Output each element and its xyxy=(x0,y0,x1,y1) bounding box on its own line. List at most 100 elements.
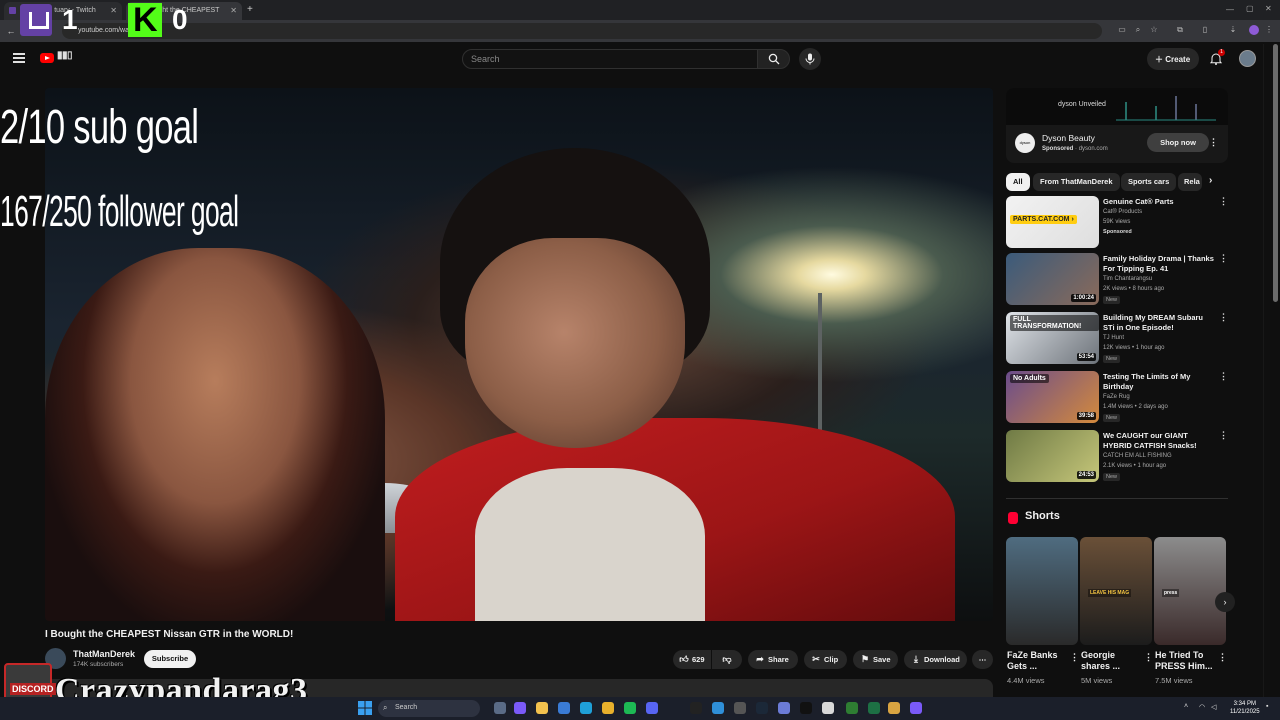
windows-start-icon[interactable] xyxy=(358,701,372,715)
notification-center-icon[interactable]: ▪ xyxy=(1266,703,1274,711)
taskbar-search[interactable]: ⌕ Search xyxy=(378,700,480,717)
account-avatar[interactable] xyxy=(1239,50,1256,67)
chip-all[interactable]: All xyxy=(1006,173,1030,191)
download-button[interactable]: ⤓ Download xyxy=(904,650,967,669)
dislike-button[interactable]: 👎︎ xyxy=(712,650,742,669)
download-icon[interactable]: ⇣ xyxy=(1228,25,1238,35)
chip-related[interactable]: Rela xyxy=(1178,173,1202,191)
chrome-icon[interactable] xyxy=(602,702,614,714)
like-button[interactable]: 👍︎ 629 xyxy=(673,650,711,669)
chip-sports-cars[interactable]: Sports cars xyxy=(1121,173,1177,191)
cast-icon[interactable]: ▭ xyxy=(1117,25,1127,35)
youtube-wordmark[interactable]: ▮▮▯ xyxy=(57,50,73,61)
video-thumbnail[interactable]: No Adults 39:58 xyxy=(1006,371,1099,423)
page-scrollbar[interactable] xyxy=(1273,44,1278,302)
hamburger-menu-icon[interactable] xyxy=(13,53,25,63)
chevron-up-icon[interactable]: ˄ xyxy=(1184,703,1192,711)
ad-menu-icon[interactable]: ⋮ xyxy=(1209,137,1218,148)
extensions-icon[interactable]: ⧉ xyxy=(1175,25,1185,35)
edge-icon[interactable] xyxy=(580,702,592,714)
more-options-icon[interactable]: ⋮ xyxy=(1219,312,1228,323)
minimize-icon[interactable]: — xyxy=(1226,5,1234,14)
photos-icon[interactable] xyxy=(822,702,834,714)
sponsored-ad-card[interactable]: dyson Unveiled dyson Dyson Beauty Sponso… xyxy=(1006,88,1228,163)
recommendation-title[interactable]: Family Holiday Drama | Thanks For Tippin… xyxy=(1103,254,1215,274)
new-tab-button[interactable]: + xyxy=(247,4,253,15)
subscribe-button[interactable]: Subscribe xyxy=(144,650,196,668)
close-tab-icon[interactable]: ✕ xyxy=(110,6,117,15)
wifi-icon[interactable]: ◠ xyxy=(1199,703,1207,711)
taskbar-clock[interactable]: 3:34 PM 11/21/2025 xyxy=(1230,700,1260,716)
obs-icon[interactable] xyxy=(910,702,922,714)
spotify-icon[interactable] xyxy=(624,702,636,714)
video-thumbnail[interactable]: PARTS.CAT.COM › xyxy=(1006,196,1099,248)
close-tab-icon[interactable]: ✕ xyxy=(230,6,237,15)
zoom-icon[interactable]: ⌕ xyxy=(1133,25,1143,35)
recommendation-title[interactable]: Building My DREAM Subaru STi in One Epis… xyxy=(1103,313,1215,333)
share-button[interactable]: ➦ Share xyxy=(748,650,798,669)
video-thumbnail[interactable]: FULL TRANSFORMATION! 53:54 xyxy=(1006,312,1099,364)
volume-icon[interactable]: ◁ xyxy=(1211,703,1219,711)
search-input[interactable]: Search xyxy=(462,49,758,69)
video-player[interactable] xyxy=(45,88,993,621)
app-icon[interactable] xyxy=(712,702,724,714)
shop-now-button[interactable]: Shop now xyxy=(1147,133,1209,152)
task-view-icon[interactable] xyxy=(494,702,506,714)
more-options-icon[interactable]: ⋮ xyxy=(1070,652,1079,663)
file-explorer-icon[interactable] xyxy=(536,702,548,714)
clip-button[interactable]: ✂ Clip xyxy=(804,650,847,669)
chrome-menu-icon[interactable]: ⋮ xyxy=(1264,25,1274,35)
recommendation-channel[interactable]: Cat® Products xyxy=(1103,209,1142,215)
more-options-icon[interactable]: ⋮ xyxy=(1219,196,1228,207)
chat-icon[interactable] xyxy=(778,702,790,714)
recommendation-channel[interactable]: CATCH EM ALL FISHING xyxy=(1103,453,1172,459)
more-options-icon[interactable]: ⋮ xyxy=(1219,430,1228,441)
store-icon[interactable] xyxy=(558,702,570,714)
shorts-next-button[interactable]: › xyxy=(1215,592,1235,612)
create-button[interactable]: ＋ Create xyxy=(1147,48,1199,70)
follower-goal-overlay: 167/250 follower goal xyxy=(0,187,239,236)
steam-icon[interactable] xyxy=(756,702,768,714)
discord-icon[interactable] xyxy=(646,702,658,714)
video-thumbnail[interactable]: 1:00:24 xyxy=(1006,253,1099,305)
short-thumbnail[interactable]: LEAVE HIS MAG xyxy=(1080,537,1152,645)
more-actions-button[interactable]: ⋯ xyxy=(972,650,993,669)
files-icon[interactable] xyxy=(888,702,900,714)
short-thumbnail[interactable] xyxy=(1006,537,1078,645)
sidepanel-icon[interactable]: ▯ xyxy=(1200,25,1210,35)
short-title[interactable]: Georgie shares ... xyxy=(1081,650,1141,672)
recommendation-channel[interactable]: TJ Hunt xyxy=(1103,335,1124,341)
recommendation-channel[interactable]: Tim Chantarangsu xyxy=(1103,276,1152,282)
bookmark-star-icon[interactable]: ☆ xyxy=(1149,25,1159,35)
short-title[interactable]: FaZe Banks Gets ... xyxy=(1007,650,1067,672)
profile-icon[interactable] xyxy=(1249,25,1259,35)
more-options-icon[interactable]: ⋮ xyxy=(1144,652,1153,663)
save-button[interactable]: ⚑ Save xyxy=(853,650,898,669)
back-button[interactable]: ← xyxy=(4,24,18,38)
address-bar[interactable]: youtube.com/watch?v=... xyxy=(62,23,1102,39)
chip-from-channel[interactable]: From ThatManDerek xyxy=(1033,173,1120,191)
more-options-icon[interactable]: ⋮ xyxy=(1219,371,1228,382)
window-close-icon[interactable]: ✕ xyxy=(1265,4,1272,13)
xbox-icon[interactable] xyxy=(734,702,746,714)
maximize-icon[interactable]: ▢ xyxy=(1246,4,1254,13)
recommendation-title[interactable]: We CAUGHT our GIANT HYBRID CATFISH Snack… xyxy=(1103,431,1215,451)
excel-icon[interactable] xyxy=(868,702,880,714)
terminal-icon[interactable] xyxy=(846,702,858,714)
short-title[interactable]: He Tried To PRESS Him... xyxy=(1155,650,1215,672)
kick-icon[interactable] xyxy=(800,702,812,714)
recommendation-channel[interactable]: FaZe Rug xyxy=(1103,394,1130,400)
recommendation-title[interactable]: Genuine Cat® Parts xyxy=(1103,197,1215,207)
more-options-icon[interactable]: ⋮ xyxy=(1219,253,1228,264)
more-options-icon[interactable]: ⋮ xyxy=(1218,652,1227,663)
youtube-logo-icon[interactable] xyxy=(40,53,54,63)
voice-search-button[interactable] xyxy=(799,48,821,70)
short-thumbnail[interactable]: press xyxy=(1154,537,1226,645)
video-thumbnail[interactable]: 24:53 xyxy=(1006,430,1099,482)
search-button[interactable] xyxy=(757,49,790,69)
recommendation-title[interactable]: Testing The Limits of My Birthday xyxy=(1103,372,1215,392)
channel-name[interactable]: ThatManDerek xyxy=(73,649,135,659)
copilot-icon[interactable] xyxy=(514,702,526,714)
chevron-right-icon[interactable]: › xyxy=(1209,175,1212,186)
tiktok-icon[interactable] xyxy=(690,702,702,714)
